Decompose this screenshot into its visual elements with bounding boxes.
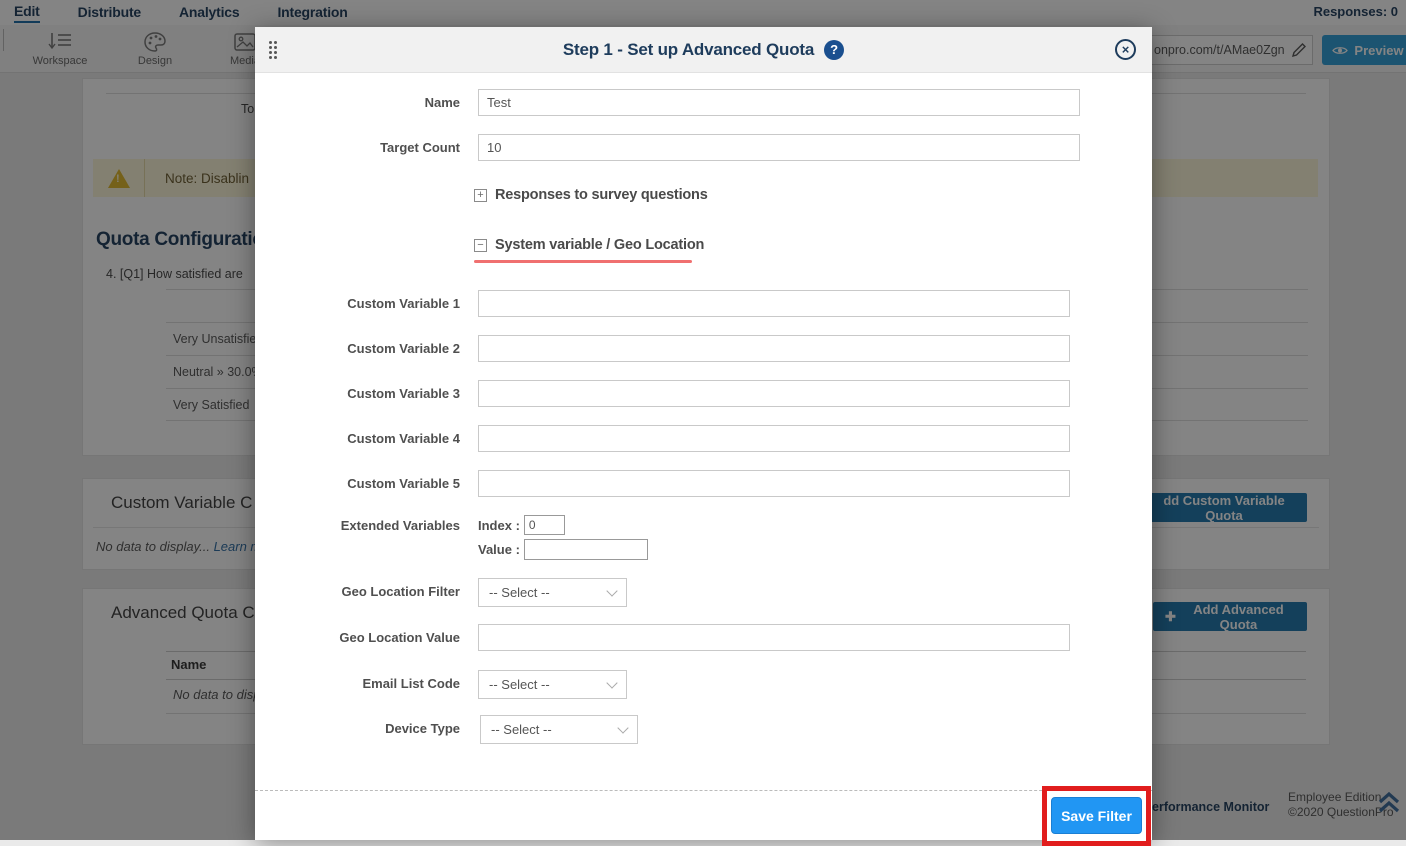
name-input[interactable]: [478, 89, 1080, 116]
red-underline-annotation: [474, 260, 692, 263]
value-label: Value :: [478, 542, 520, 557]
red-annotation-box: Save Filter: [1042, 786, 1151, 846]
email-list-code-label: Email List Code: [255, 670, 460, 691]
geo-location-filter-select[interactable]: -- Select --: [478, 578, 627, 607]
advanced-quota-modal: Step 1 - Set up Advanced Quota ? × Name …: [255, 27, 1152, 840]
target-count-label: Target Count: [255, 134, 460, 155]
custom-variable-1-label: Custom Variable 1: [255, 290, 460, 311]
index-input[interactable]: [524, 515, 565, 535]
target-count-input[interactable]: [478, 134, 1080, 161]
index-label: Index :: [478, 518, 520, 533]
custom-variable-1-input[interactable]: [478, 290, 1070, 317]
geo-location-filter-value: -- Select --: [489, 585, 550, 600]
responses-section-toggle[interactable]: + Responses to survey questions: [474, 187, 1152, 203]
custom-variable-3-label: Custom Variable 3: [255, 380, 460, 401]
value-input[interactable]: [524, 539, 648, 560]
custom-variable-5-label: Custom Variable 5: [255, 470, 460, 491]
save-filter-button[interactable]: Save Filter: [1051, 797, 1142, 834]
device-type-value: -- Select --: [491, 722, 552, 737]
drag-handle-icon[interactable]: [269, 41, 277, 59]
close-icon[interactable]: ×: [1115, 39, 1136, 60]
responses-section-label: Responses to survey questions: [495, 187, 708, 203]
geo-location-value-label: Geo Location Value: [255, 624, 460, 645]
system-variable-section-label: System variable / Geo Location: [495, 237, 704, 253]
extended-variables-label: Extended Variables: [255, 515, 460, 533]
expand-plus-icon[interactable]: +: [474, 189, 487, 202]
collapse-minus-icon[interactable]: −: [474, 239, 487, 252]
name-label: Name: [255, 89, 460, 110]
geo-location-value-input[interactable]: [478, 624, 1070, 651]
help-icon[interactable]: ?: [824, 40, 844, 60]
modal-body: Name Target Count + Responses to survey …: [255, 73, 1152, 744]
chevron-down-icon: [617, 722, 628, 733]
custom-variable-4-input[interactable]: [478, 425, 1070, 452]
chevron-down-icon: [606, 677, 617, 688]
device-type-label: Device Type: [255, 715, 460, 736]
chevron-down-icon: [606, 585, 617, 596]
modal-title: Step 1 - Set up Advanced Quota: [563, 40, 814, 60]
custom-variable-3-input[interactable]: [478, 380, 1070, 407]
custom-variable-2-label: Custom Variable 2: [255, 335, 460, 356]
custom-variable-5-input[interactable]: [478, 470, 1070, 497]
email-list-code-value: -- Select --: [489, 677, 550, 692]
system-variable-section-toggle[interactable]: − System variable / Geo Location: [474, 237, 1152, 253]
modal-header: Step 1 - Set up Advanced Quota ? ×: [255, 27, 1152, 73]
custom-variable-4-label: Custom Variable 4: [255, 425, 460, 446]
device-type-select[interactable]: -- Select --: [480, 715, 638, 744]
custom-variable-2-input[interactable]: [478, 335, 1070, 362]
modal-footer: Save Filter: [255, 790, 1152, 840]
email-list-code-select[interactable]: -- Select --: [478, 670, 627, 699]
geo-location-filter-label: Geo Location Filter: [255, 578, 460, 599]
